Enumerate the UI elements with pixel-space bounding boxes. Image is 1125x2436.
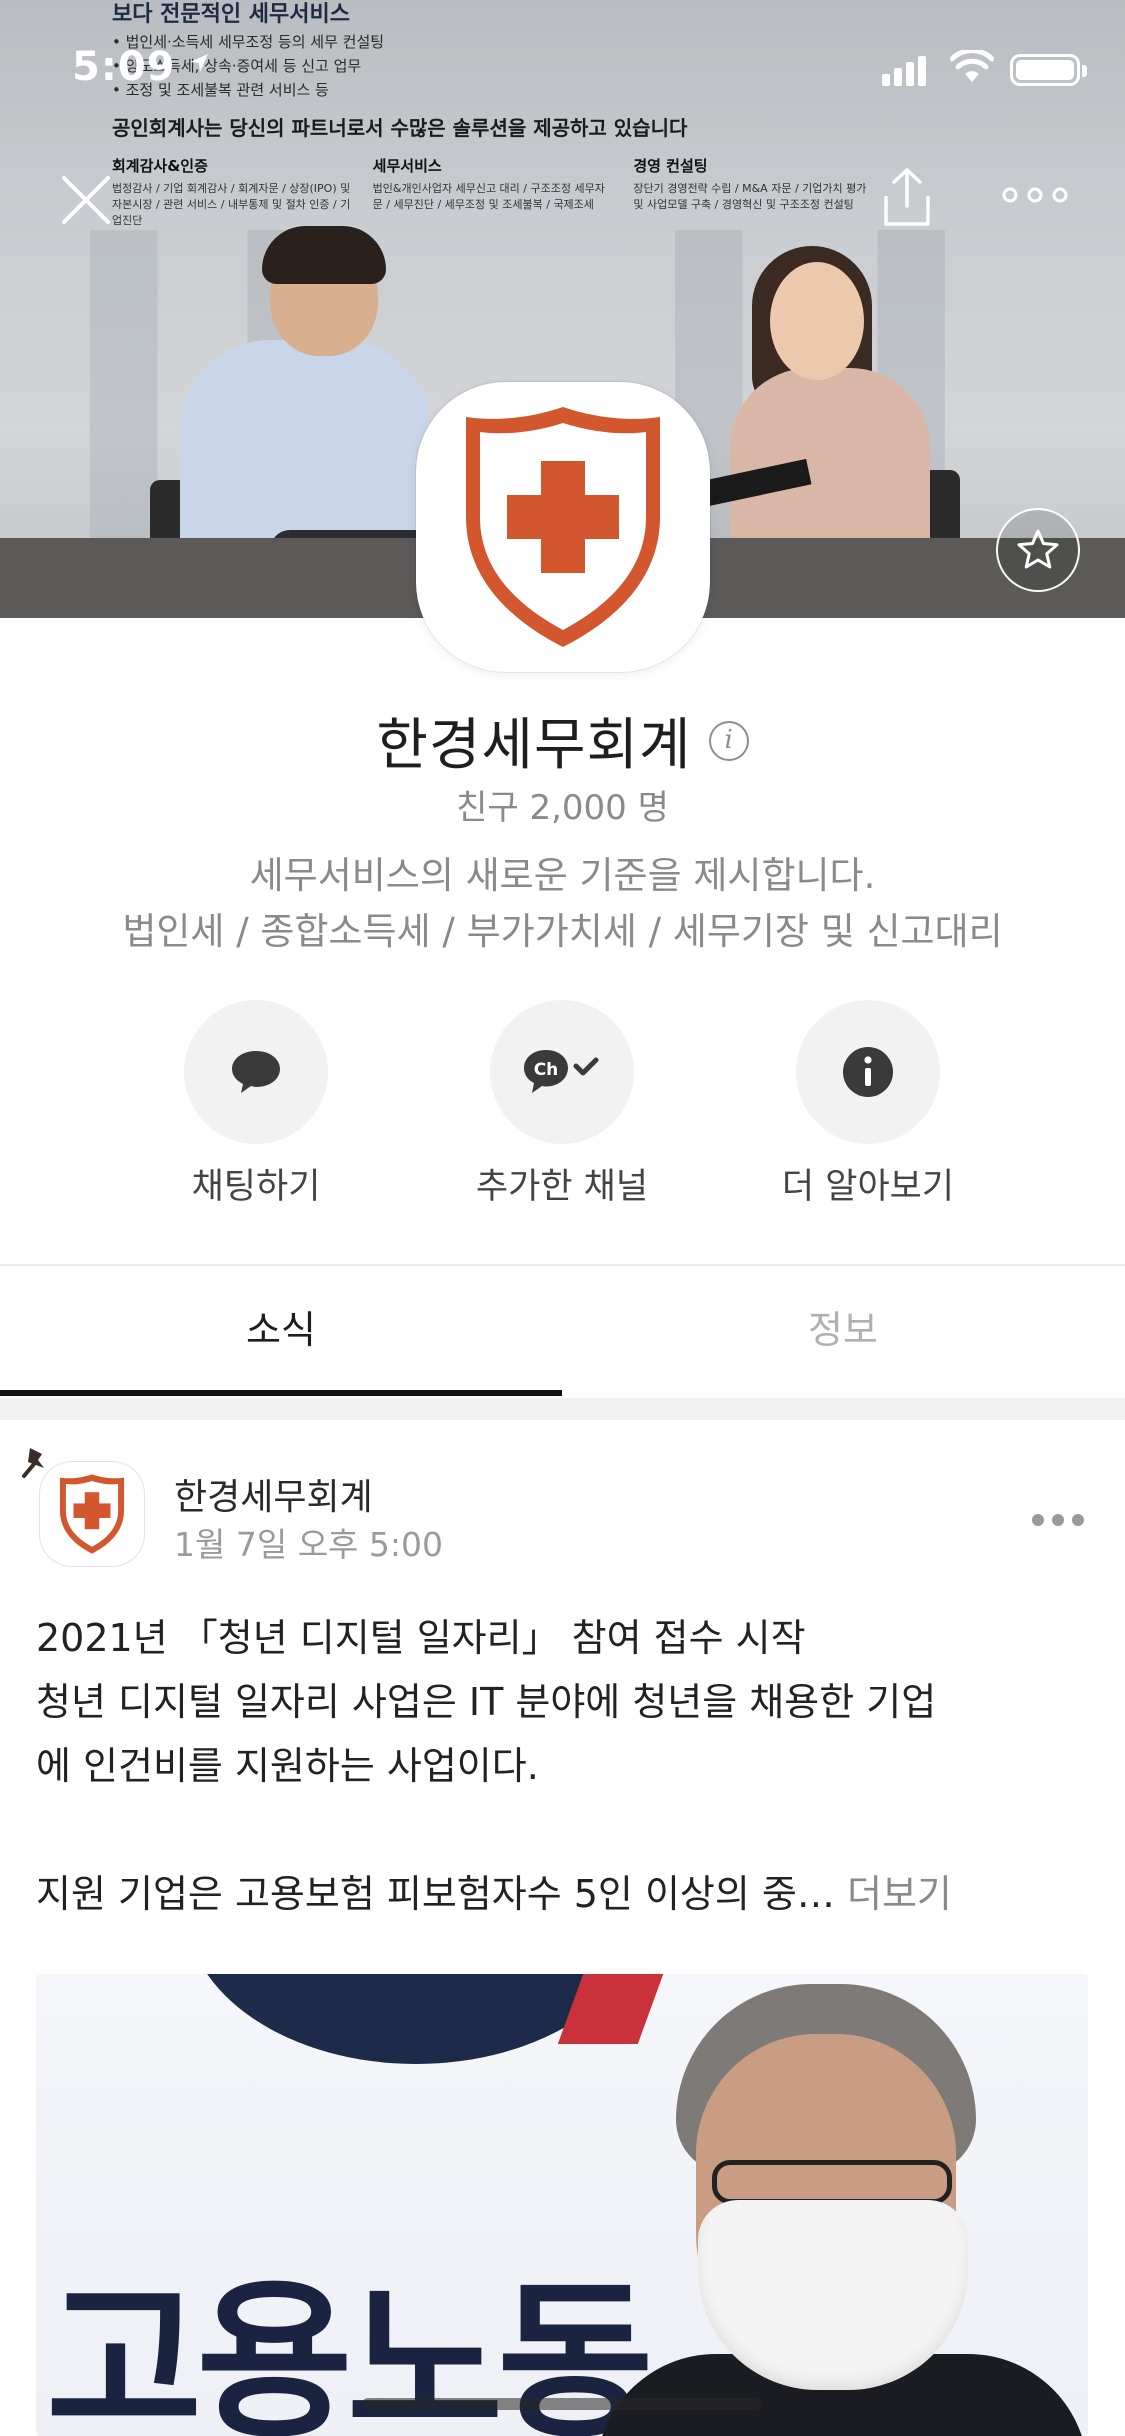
post-timestamp: 1월 7일 오후 5:00	[174, 1525, 444, 1564]
channel-name: 한경세무회계	[376, 713, 692, 778]
share-icon[interactable]	[872, 162, 942, 232]
channel-header: 한경세무회계 i	[0, 700, 1125, 781]
glasses	[712, 2160, 952, 2204]
status-bar: 5:09	[0, 0, 1125, 132]
cover-column-title: 경영 컨설팅	[633, 157, 708, 175]
cover-column-text: 장단기 경영전략 수립 / M&A 자문 / 기업가치 평가 및 사업모델 구축…	[633, 182, 867, 211]
tab-bar: 소식 정보	[0, 1266, 1125, 1398]
channel-info-icon[interactable]: i	[708, 720, 749, 761]
action-bar: 채팅하기 Ch 추가한 채널 더 알아보기	[0, 1000, 1125, 1210]
chat-button-label: 채팅하기	[191, 1167, 321, 1207]
location-arrow-icon	[190, 54, 208, 72]
woman-head	[770, 262, 864, 380]
post-text-line: 청년 디지털 일자리 사업은 IT 분야에 청년을 채용한 기업	[36, 1680, 937, 1724]
cover-column: 회계감사&인증 법정감사 / 기업 회계감사 / 회계자문 / 상장(IPO) …	[112, 155, 351, 228]
shield-cross-icon	[59, 1474, 125, 1554]
cover-column-title: 회계감사&인증	[112, 157, 208, 175]
added-channel-label: 추가한 채널	[475, 1167, 649, 1207]
chat-button-circle[interactable]	[184, 1000, 328, 1144]
channel-logo	[416, 382, 710, 672]
info-circle-icon	[843, 1047, 893, 1097]
wifi-icon	[950, 50, 994, 82]
friend-count: 친구 2,000 명	[456, 788, 669, 828]
post-text-truncated: 지원 기업은 고용보험 피보험자수 5인 이상의 중…	[36, 1872, 835, 1916]
tab-news[interactable]: 소식	[0, 1266, 562, 1398]
cover-column-text: 법정감사 / 기업 회계감사 / 회계자문 / 상장(IPO) 및 자본시장 /…	[112, 182, 351, 227]
channel-description: 세무서비스의 새로운 기준을 제시합니다. 법인세 / 종합소득세 / 부가가치…	[0, 848, 1125, 960]
star-icon	[1017, 529, 1059, 569]
description-line: 세무서비스의 새로운 기준을 제시합니다.	[249, 854, 876, 897]
post-image[interactable]: 고용노동	[36, 1974, 1088, 2436]
see-more-link[interactable]: 더보기	[847, 1872, 952, 1916]
close-icon[interactable]	[56, 170, 116, 230]
added-channel-button-circle[interactable]: Ch	[490, 1000, 634, 1144]
shield-cross-icon	[466, 407, 660, 647]
favorite-star-button[interactable]	[996, 508, 1080, 592]
cover-column: 세무서비스 법인&개인사업자 세무신고 대리 / 구조조정 세무자문 / 세무진…	[373, 155, 612, 228]
man-hair	[262, 226, 386, 284]
cellular-signal-icon	[882, 56, 926, 86]
learn-more-button-circle[interactable]	[796, 1000, 940, 1144]
post-text: 2021년 「청년 디지털 일자리」 참여 접수 시작 청년 디지털 일자리 사…	[36, 1606, 1096, 1926]
post-text-line: 2021년 「청년 디지털 일자리」 참여 접수 시작	[36, 1616, 806, 1660]
cover-column: 경영 컨설팅 장단기 경영전략 수립 / M&A 자문 / 기업가치 평가 및 …	[633, 155, 872, 228]
post-author-avatar[interactable]	[40, 1462, 144, 1566]
chat-bubble-icon	[232, 1051, 280, 1093]
chat-button[interactable]: 채팅하기	[126, 1000, 386, 1209]
post-more-options-icon[interactable]	[1030, 1512, 1086, 1528]
tab-active-indicator	[0, 1390, 562, 1396]
status-time: 5:09	[72, 44, 176, 90]
cover-column-title: 세무서비스	[372, 157, 442, 175]
section-separator	[0, 1398, 1125, 1420]
learn-more-button[interactable]: 더 알아보기	[738, 1000, 998, 1209]
added-channel-button[interactable]: Ch 추가한 채널	[432, 1000, 692, 1209]
description-line: 법인세 / 종합소득세 / 부가가치세 / 세무기장 및 신고대리	[122, 910, 1003, 953]
post-text-line: 지원 기업은 고용보험 피보험자수 5인 이상의 중… 더보기	[36, 1862, 1096, 1926]
tab-info[interactable]: 정보	[562, 1266, 1124, 1398]
battery-icon	[1010, 54, 1087, 86]
learn-more-label: 더 알아보기	[781, 1167, 955, 1207]
home-indicator[interactable]	[362, 2398, 762, 2410]
cover-columns: 회계감사&인증 법정감사 / 기업 회계감사 / 회계자문 / 상장(IPO) …	[112, 155, 872, 228]
more-options-icon[interactable]	[1000, 180, 1070, 210]
post-author-name[interactable]: 한경세무회계	[174, 1468, 373, 1520]
post-text-line: 에 인건비를 지원하는 사업이다.	[36, 1744, 539, 1788]
channel-badge-text: Ch	[534, 1060, 559, 1080]
channel-added-icon: Ch	[524, 1050, 599, 1093]
cover-column-text: 법인&개인사업자 세무신고 대리 / 구조조정 세무자문 / 세무진단 / 세무…	[372, 182, 605, 211]
